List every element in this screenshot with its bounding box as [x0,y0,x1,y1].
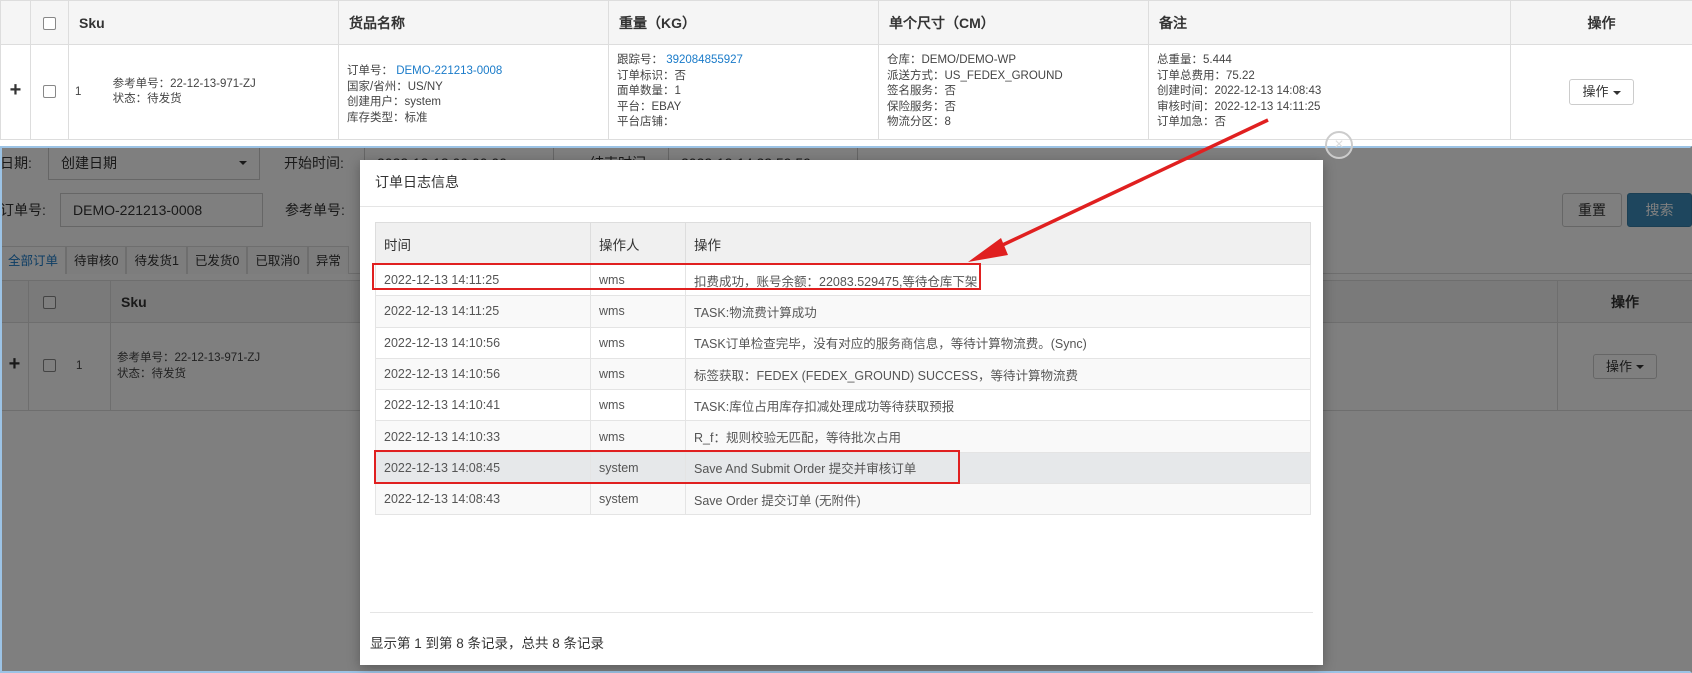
log-time: 2022-12-13 14:08:45 [375,451,591,485]
log-row: 2022-12-13 14:10:56 wms 标签获取：FEDEX (FEDE… [375,357,1311,391]
weight-line: 平台店铺： [617,116,675,129]
log-action: Save And Submit Order 提交并审核订单 [685,451,1311,485]
log-row: 2022-12-13 14:08:43 system Save Order 提交… [375,483,1311,516]
notes-line: 总重量：5.444 [1157,54,1232,67]
log-action: 标签获取：FEDEX (FEDEX_GROUND) SUCCESS，等待计算物流… [685,357,1311,391]
weight-line: 订单标识：否 [617,69,686,82]
modal-title: 订单日志信息 [375,174,459,190]
log-time: 2022-12-13 14:11:25 [375,263,591,297]
modal-footer-divider [370,612,1313,613]
header-operator[interactable]: 操作人 [590,222,686,265]
row-select-cell[interactable] [30,44,69,140]
log-action: Save Order 提交订单 (无附件) [685,483,1311,516]
weight-line: 面单数量：1 [617,85,681,98]
row-index: 1 [75,86,82,99]
ref-number: 参考单号：22-12-13-971-ZJ [112,77,256,90]
header-select-all[interactable] [30,0,69,45]
weight-line: 平台：EBAY [617,100,682,113]
order-status: 状态：待发货 [112,93,182,105]
select-all-checkbox[interactable] [43,17,56,31]
log-action: R_f：规则校验无匹配，等待批次占用 [685,420,1311,453]
size-cell: 仓库：DEMO/DEMO-WP 派送方式：US_FEDEX_GROUND 签名服… [878,44,1149,140]
log-action: 扣费成功，账号余额：22083.529475,等待仓库下架 [685,263,1311,297]
order-log-table: 时间 操作人 操作 2022-12-13 14:11:25 wms 扣费成功，账… [375,222,1311,516]
header-time[interactable]: 时间 [375,222,591,265]
header-goods-name: 货品名称 [338,0,609,45]
log-row: 2022-12-13 14:08:45 system Save And Subm… [375,451,1311,485]
log-action: TASK:物流费计算成功 [685,295,1311,328]
log-row: 2022-12-13 14:10:41 wms TASK:库位占用库存扣减处理成… [375,389,1311,422]
log-table-header: 时间 操作人 操作 [375,222,1311,265]
log-time: 2022-12-13 14:11:25 [375,295,591,328]
expand-cell[interactable]: + [0,44,31,140]
log-time: 2022-12-13 14:10:41 [375,389,591,422]
tracking-label: 跟踪号： [617,54,663,67]
header-sku: Sku [68,0,339,45]
notes-cell: 总重量：5.444 订单总费用：75.22 创建时间：2022-12-13 14… [1148,44,1511,140]
log-action: TASK:库位占用库存扣减处理成功等待获取预报 [685,389,1311,422]
sku-cell: 1 参考单号：22-12-13-971-ZJ 状态：待发货 [68,44,339,140]
log-time: 2022-12-13 14:10:56 [375,357,591,391]
pagination-info: 显示第 1 到第 8 条记录，总共 8 条记录 [370,636,605,651]
size-line: 签名服务：否 [887,85,956,98]
log-time: 2022-12-13 14:08:43 [375,483,591,516]
order-no-label: 订单号： [347,65,393,77]
tracking-link[interactable]: 392084855927 [666,54,743,66]
log-row: 2022-12-13 14:10:56 wms TASK订单检查完毕，没有对应的… [375,326,1311,359]
order-log-modal: 订单日志信息 时间 操作人 操作 2022-12-13 14:11:25 wms… [360,160,1323,665]
log-operator: wms [590,295,686,328]
log-row: 2022-12-13 14:11:25 wms TASK:物流费计算成功 [375,295,1311,328]
log-row: 2022-12-13 14:10:33 wms R_f：规则校验无匹配，等待批次… [375,420,1311,453]
caret-down-icon [1612,90,1621,95]
log-action: TASK订单检查完毕，没有对应的服务商信息，等待计算物流费。(Sync) [685,326,1311,359]
action-dropdown-button[interactable]: 操作 [1569,79,1634,105]
size-line: 仓库：DEMO/DEMO-WP [887,54,1017,67]
notes-line: 订单加急：否 [1157,116,1226,129]
goods-line: 库存类型：标准 [347,111,428,124]
log-operator: wms [590,389,686,422]
header-expand [0,0,31,45]
goods-line: 国家/省州：US/NY [347,80,443,93]
goods-line: 创建用户：system [347,96,441,108]
log-operator: wms [590,420,686,453]
size-line: 保险服务：否 [887,100,956,113]
close-icon[interactable]: × [1325,131,1353,159]
weight-cell: 跟踪号： 392084855927 订单标识：否 面单数量：1 平台：EBAY … [608,44,879,140]
size-line: 物流分区：8 [887,116,951,129]
log-row: 2022-12-13 14:11:25 wms 扣费成功，账号余额：22083.… [375,263,1311,297]
order-table: Sku 货品名称 重量（KG） 单个尺寸（CM） 备注 操作 + 1 参考单号：… [0,0,1692,140]
log-operator: wms [590,326,686,359]
table-row: + 1 参考单号：22-12-13-971-ZJ 状态：待发货 订单号： DEM… [0,44,1692,140]
header-size: 单个尺寸（CM） [878,0,1149,45]
log-operator: system [590,483,686,516]
log-operator: wms [590,357,686,391]
expand-icon[interactable]: + [10,79,22,101]
modal-divider [360,206,1323,207]
notes-line: 审核时间：2022-12-13 14:11:25 [1157,100,1321,113]
header-actions: 操作 [1510,0,1692,45]
goods-cell: 订单号： DEMO-221213-0008 国家/省州：US/NY 创建用户：s… [338,44,609,140]
log-time: 2022-12-13 14:10:33 [375,420,591,453]
notes-line: 订单总费用：75.22 [1157,69,1255,82]
header-notes: 备注 [1148,0,1511,45]
log-operator: system [590,451,686,485]
header-weight: 重量（KG） [608,0,879,45]
order-table-header: Sku 货品名称 重量（KG） 单个尺寸（CM） 备注 操作 [0,0,1692,45]
log-time: 2022-12-13 14:10:56 [375,326,591,359]
action-label: 操作 [1582,84,1609,100]
header-action[interactable]: 操作 [685,222,1311,265]
notes-line: 创建时间：2022-12-13 14:08:43 [1157,85,1322,98]
order-no-link[interactable]: DEMO-221213-0008 [396,65,502,77]
row-checkbox[interactable] [43,84,56,98]
log-operator: wms [590,263,686,297]
size-line: 派送方式：US_FEDEX_GROUND [887,69,1063,82]
actions-cell: 操作 [1510,44,1692,140]
